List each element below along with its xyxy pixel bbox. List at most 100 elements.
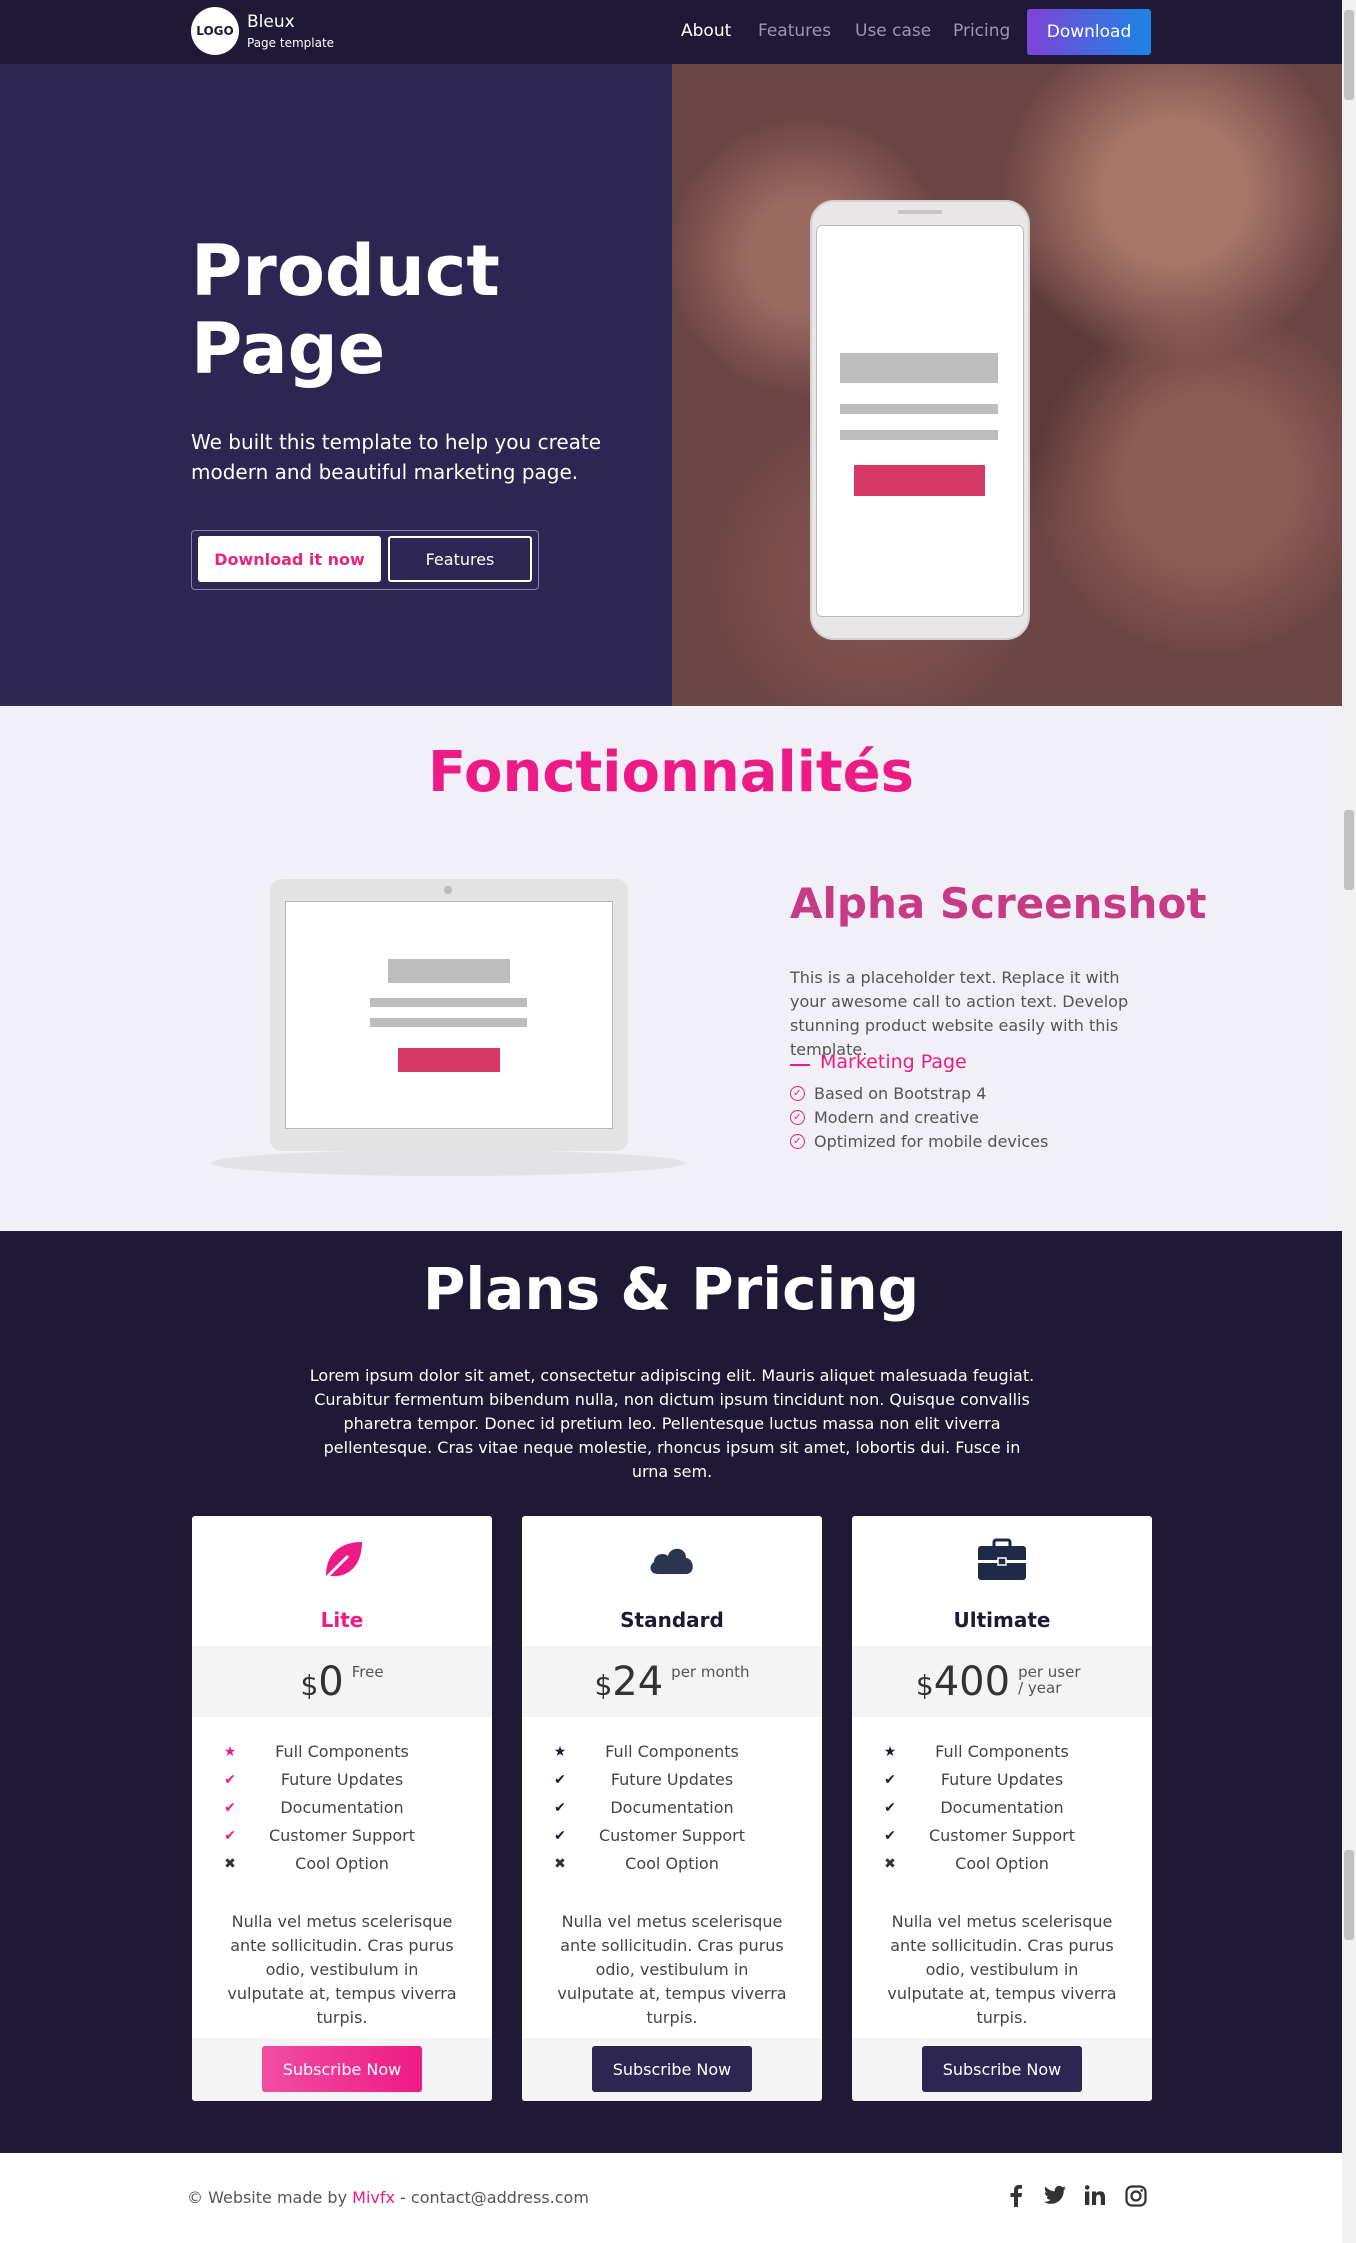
plan-feature: ✔ Future Updates: [522, 1766, 822, 1794]
phone-placeholder-line: [840, 430, 998, 440]
plan-description: Nulla vel metus scelerisque ante sollici…: [227, 1912, 457, 2027]
pricing-card-ultimate: Ultimate $400 per user / year ★ Full Comp…: [852, 1516, 1152, 2101]
check-icon: ✔: [884, 1772, 896, 1788]
scrollbar-thumb[interactable]: [1344, 10, 1354, 100]
pricing-title: Plans & Pricing: [422, 1255, 920, 1323]
briefcase-icon: [852, 1536, 1152, 1586]
instagram-icon[interactable]: [1124, 2185, 1148, 2209]
laptop-camera: [444, 886, 452, 894]
footer-credit: © Website made by Mivfx - contact@addres…: [187, 2188, 589, 2207]
features-button[interactable]: Features: [388, 536, 532, 582]
nav-link-features[interactable]: Features: [758, 21, 831, 41]
cross-icon: ✖: [554, 1856, 566, 1872]
features-title: Fonctionnalités: [428, 740, 914, 805]
laptop-screen: [285, 901, 613, 1129]
feature-check-label: Based on Bootstrap 4: [814, 1084, 987, 1103]
price-band: $24 per month: [522, 1646, 822, 1717]
plan-description: Nulla vel metus scelerisque ante sollici…: [557, 1912, 787, 2027]
star-icon: ★: [883, 1744, 897, 1760]
phone-screen: [816, 225, 1024, 617]
laptop-placeholder-button: [398, 1048, 500, 1072]
plan-feature: ✔ Future Updates: [192, 1766, 492, 1794]
check-icon: ✔: [224, 1800, 236, 1816]
marketing-page-label: Marketing Page: [820, 1051, 967, 1073]
price: $24: [594, 1659, 664, 1705]
pricing-card-standard: Standard $24 per month ★ Full Components …: [522, 1516, 822, 2101]
plan-feature: ★ Full Components: [192, 1738, 492, 1766]
facebook-icon[interactable]: [1004, 2185, 1028, 2209]
plan-feature: ✔ Documentation: [522, 1794, 822, 1822]
plan-feature: ✔ Customer Support: [522, 1822, 822, 1850]
plan-feature: ✔ Documentation: [192, 1794, 492, 1822]
twitter-icon[interactable]: [1043, 2185, 1067, 2209]
author-link[interactable]: Mivfx: [352, 2188, 395, 2207]
hero-title: Product Page: [191, 230, 500, 390]
feature-check-item: ✓ Modern and creative: [790, 1108, 979, 1127]
price-period: per month: [671, 1663, 750, 1681]
laptop-shadow: [211, 1150, 685, 1176]
phone-placeholder-button: [854, 465, 985, 496]
laptop-placeholder-line: [370, 1018, 527, 1027]
leaf-icon: [192, 1536, 492, 1586]
nav-link-pricing[interactable]: Pricing: [953, 21, 1010, 41]
star-icon: ★: [553, 1744, 567, 1760]
plan-features: ★ Full Components ✔ Future Updates ✔ Docume…: [852, 1738, 1152, 1878]
plan-feature: ✖ Cool Option: [852, 1850, 1152, 1878]
plan-feature: ✖ Cool Option: [192, 1850, 492, 1878]
alpha-screenshot-title: Alpha Screenshot: [790, 879, 1207, 928]
plan-description: Nulla vel metus scelerisque ante sollici…: [887, 1912, 1117, 2027]
feature-check-label: Optimized for mobile devices: [814, 1132, 1049, 1151]
plan-feature: ✖ Cool Option: [522, 1850, 822, 1878]
phone-placeholder-block: [840, 353, 998, 383]
feature-check-label: Modern and creative: [814, 1108, 980, 1127]
phone-speaker: [898, 210, 942, 214]
check-circle-icon: ✓: [790, 1134, 805, 1149]
plan-feature: ✔ Future Updates: [852, 1766, 1152, 1794]
plan-features: ★ Full Components ✔ Future Updates ✔ Docume…: [192, 1738, 492, 1878]
linkedin-icon[interactable]: [1083, 2185, 1107, 2209]
price: $400: [915, 1659, 1011, 1705]
subscribe-button[interactable]: Subscribe Now: [922, 2046, 1082, 2092]
star-icon: ★: [223, 1744, 237, 1760]
plan-feature: ✔ Customer Support: [852, 1822, 1152, 1850]
alpha-screenshot-text: This is a placeholder text. Replace it w…: [790, 968, 1129, 1059]
pricing-intro: Lorem ipsum dolor sit amet, consectetur …: [309, 1366, 1035, 1481]
price-band: $400 per user / year: [852, 1646, 1152, 1717]
phone-placeholder-line: [840, 404, 998, 414]
plan-feature: ★ Full Components: [852, 1738, 1152, 1766]
price-period: Free: [351, 1663, 384, 1681]
plan-name: Standard: [620, 1608, 724, 1632]
check-icon: ✔: [884, 1800, 896, 1816]
nav-link-use-case[interactable]: Use case: [855, 21, 931, 41]
subscribe-button[interactable]: Subscribe Now: [262, 2046, 422, 2092]
cross-icon: ✖: [884, 1856, 896, 1872]
brand-name: Bleux: [247, 12, 295, 32]
price-period: per user / year: [1018, 1663, 1081, 1697]
plan-feature: ✔ Documentation: [852, 1794, 1152, 1822]
pricing-card-lite: Lite $0 Free ★ Full Components ✔ Future Up…: [192, 1516, 492, 2101]
hero-subtitle: We built this template to help you creat…: [191, 430, 602, 484]
check-icon: ✔: [884, 1828, 896, 1844]
plan-features: ★ Full Components ✔ Future Updates ✔ Docume…: [522, 1738, 822, 1878]
nav-link-about[interactable]: About: [681, 21, 731, 41]
cloud-icon: [522, 1536, 822, 1586]
price-band: $0 Free: [192, 1646, 492, 1717]
plan-feature: ★ Full Components: [522, 1738, 822, 1766]
scrollbar-thumb[interactable]: [1344, 1850, 1354, 1940]
check-circle-icon: ✓: [790, 1086, 805, 1101]
check-icon: ✔: [554, 1828, 566, 1844]
plan-name: Ultimate: [953, 1608, 1051, 1632]
nav-download-button[interactable]: Download: [1027, 9, 1151, 55]
laptop-placeholder-line: [370, 998, 527, 1007]
marketing-dash: [790, 1064, 810, 1066]
check-icon: ✔: [224, 1828, 236, 1844]
feature-check-item: ✓ Based on Bootstrap 4: [790, 1084, 986, 1103]
logo[interactable]: LOGO: [191, 7, 239, 55]
download-now-button[interactable]: Download it now: [198, 536, 381, 582]
subscribe-button[interactable]: Subscribe Now: [592, 2046, 752, 2092]
brand-subtitle: Page template: [247, 36, 335, 50]
plan-name: Lite: [320, 1608, 364, 1632]
scrollbar-thumb[interactable]: [1344, 810, 1354, 890]
check-circle-icon: ✓: [790, 1110, 805, 1125]
check-icon: ✔: [554, 1800, 566, 1816]
